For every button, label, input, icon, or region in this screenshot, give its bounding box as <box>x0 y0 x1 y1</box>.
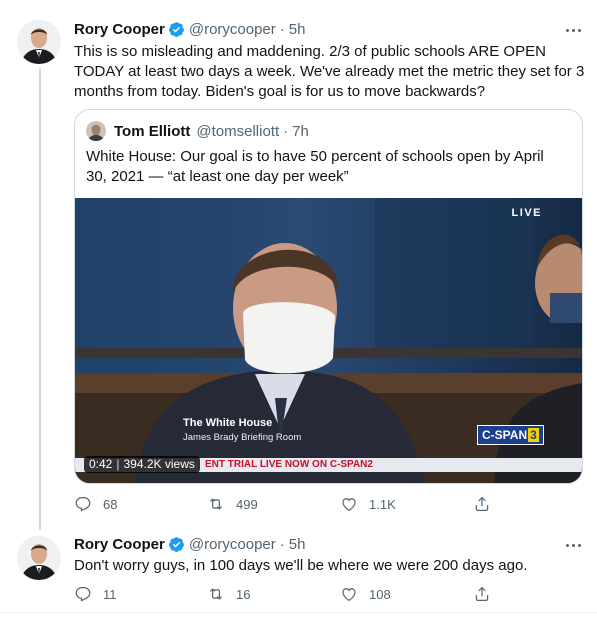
reply-count: 11 <box>103 586 117 602</box>
retweet-count: 16 <box>236 586 251 602</box>
separator-dot: · <box>279 21 285 38</box>
share-icon <box>475 586 489 601</box>
video-stats-badge: 0:42 | 394.2K views <box>84 456 200 473</box>
reply-button[interactable]: 68 <box>74 495 207 513</box>
tweet-text: Don't worry guys, in 100 days we'll be w… <box>74 557 528 574</box>
divider <box>0 612 597 613</box>
video-elapsed: 0:42 <box>89 457 113 471</box>
more-icon[interactable] <box>562 537 584 553</box>
retweet-icon <box>209 498 223 510</box>
author-name[interactable]: Rory Cooper <box>74 536 165 553</box>
tweet-actions: 68 499 1.1K <box>74 495 502 513</box>
author-handle[interactable]: @rorycooper <box>189 21 276 38</box>
quoted-avatar <box>86 121 106 141</box>
reply-count: 68 <box>103 496 118 512</box>
tweet-actions: 11 16 108 <box>74 585 502 603</box>
reply-button[interactable]: 11 <box>74 585 207 603</box>
author-handle[interactable]: @rorycooper <box>189 536 276 553</box>
verified-badge-icon <box>168 536 185 553</box>
quoted-author-handle: @tomselliott <box>196 122 280 140</box>
share-button[interactable] <box>473 585 502 603</box>
share-icon <box>475 496 489 511</box>
author-name[interactable]: Rory Cooper <box>74 21 165 38</box>
tweet-text: This is so misleading and maddening. 2/3… <box>74 43 585 100</box>
live-indicator: LIVE <box>511 207 542 219</box>
retweet-count: 499 <box>236 496 258 512</box>
network-name: C-SPAN <box>482 428 528 442</box>
reply-icon <box>75 587 91 602</box>
tweet-header: Rory Cooper @rorycooper · 5h <box>74 536 305 553</box>
thread-connector-line <box>39 68 41 530</box>
more-icon[interactable] <box>562 22 584 38</box>
lower-third-title: The White House <box>183 417 273 429</box>
lower-third-subtitle: James Brady Briefing Room <box>183 432 302 443</box>
quoted-tweet-time: 7h <box>292 122 309 140</box>
quoted-author-name: Tom Elliott <box>114 122 191 140</box>
like-button[interactable]: 1.1K <box>340 495 473 513</box>
like-icon <box>342 498 356 512</box>
verified-badge-icon <box>168 21 185 38</box>
video-views: 394.2K views <box>123 457 195 471</box>
avatar[interactable] <box>17 536 61 580</box>
quoted-tweet[interactable]: Tom Elliott @tomselliott · 7h White Hous… <box>74 109 583 484</box>
reply-icon <box>75 497 91 512</box>
retweet-button[interactable]: 16 <box>207 585 340 603</box>
retweet-icon <box>209 588 223 600</box>
lower-third: The White House James Brady Briefing Roo… <box>183 417 301 443</box>
like-icon <box>342 588 356 602</box>
quoted-tweet-text: White House: Our goal is to have 50 perc… <box>86 148 544 185</box>
like-button[interactable]: 108 <box>340 585 473 603</box>
separator-dot: · <box>283 122 289 140</box>
quoted-tweet-header: Tom Elliott @tomselliott · 7h <box>86 121 309 141</box>
network-logo: C-SPAN 3 <box>477 425 544 445</box>
separator-bar: | <box>116 457 120 471</box>
share-button[interactable] <box>473 495 502 513</box>
retweet-button[interactable]: 499 <box>207 495 340 513</box>
avatar[interactable] <box>17 20 61 64</box>
tweet-header: Rory Cooper @rorycooper · 5h <box>74 21 305 38</box>
tweet-time[interactable]: 5h <box>289 536 306 553</box>
tweet-time[interactable]: 5h <box>289 21 306 38</box>
like-count: 1.1K <box>369 496 396 512</box>
network-number: 3 <box>528 428 539 442</box>
like-count: 108 <box>369 586 391 602</box>
video-player[interactable]: LIVE The White House James Brady Briefin… <box>75 198 582 483</box>
separator-dot: · <box>279 536 285 553</box>
